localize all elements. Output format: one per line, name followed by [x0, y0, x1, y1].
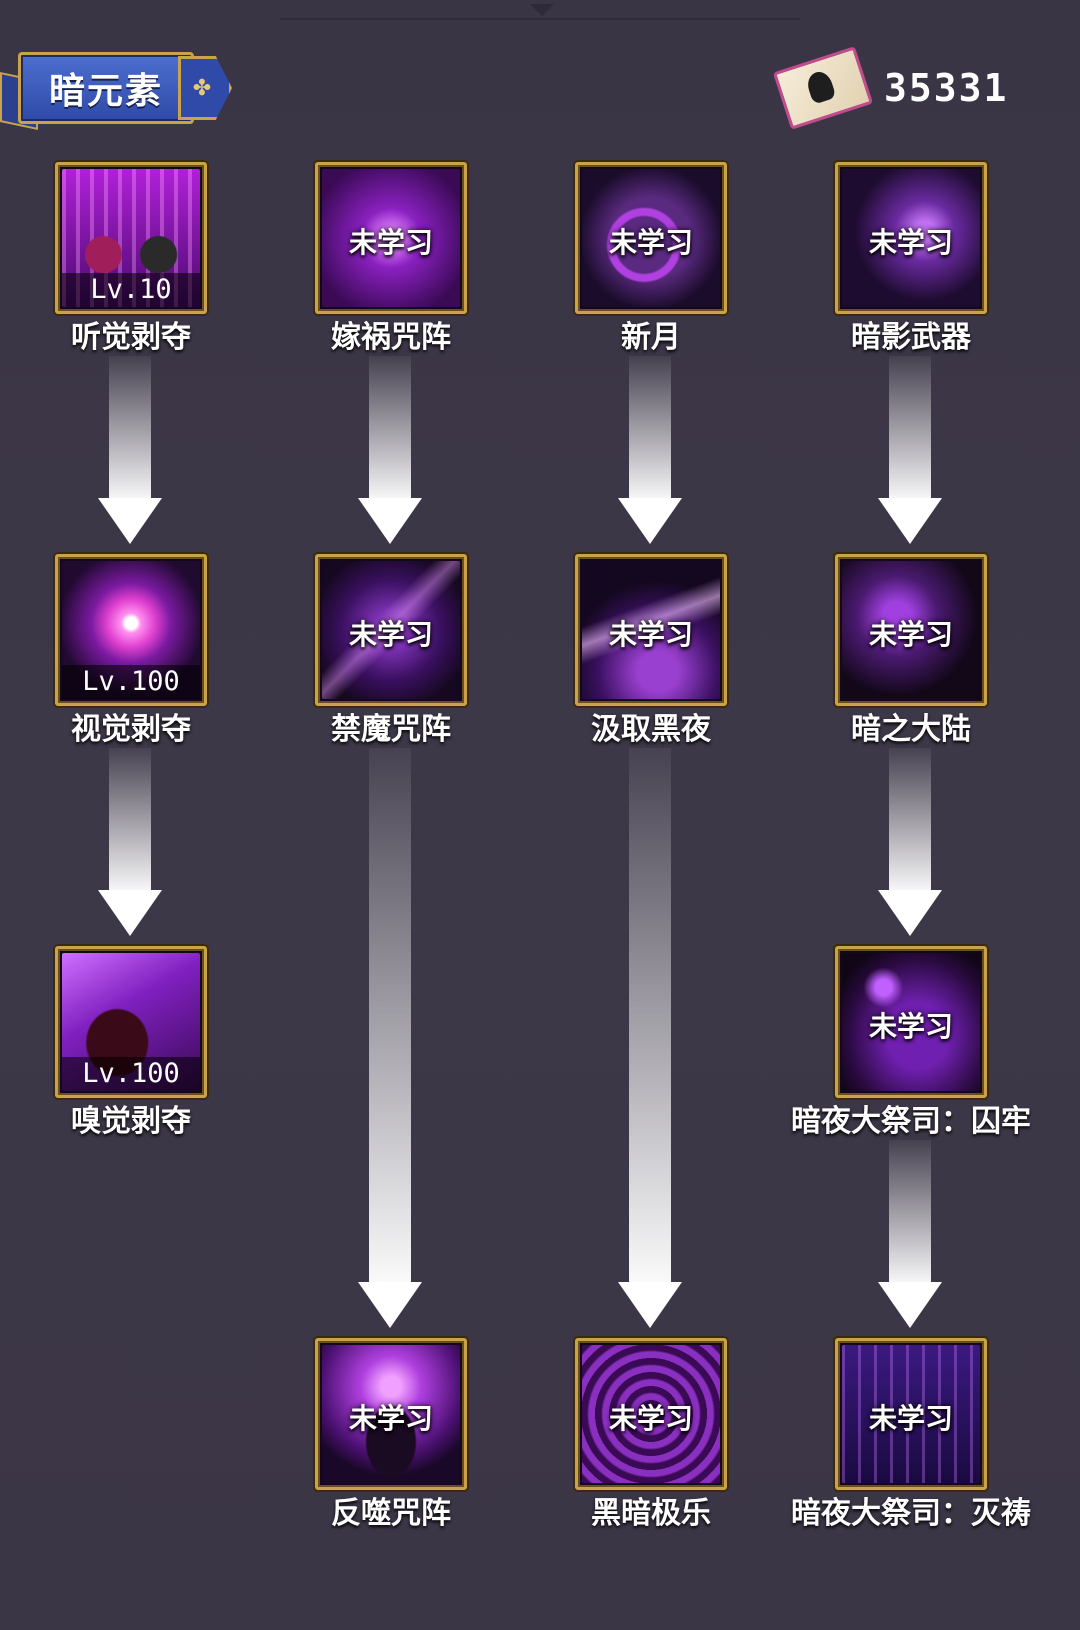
- currency-display: 35331: [772, 46, 1009, 130]
- skill-name: 暗夜大祭司：灭祷: [791, 1496, 1031, 1531]
- skill-frame[interactable]: 未学习: [575, 1338, 727, 1490]
- skill-name: 新月: [621, 320, 681, 355]
- skill-frame[interactable]: 未学习: [315, 554, 467, 706]
- skill-card[interactable]: 未学习 暗夜大祭司：囚牢: [791, 946, 1031, 1139]
- arrow-down: [358, 356, 422, 544]
- skill-name: 暗之大陆: [851, 712, 971, 747]
- locked-label: 未学习: [608, 618, 693, 651]
- arrow-down: [878, 1140, 942, 1328]
- skill-name: 反噬咒阵: [331, 1496, 451, 1531]
- skill-card[interactable]: 未学习 暗夜大祭司：灭祷: [791, 1338, 1031, 1531]
- skill-name: 听觉剥夺: [71, 320, 191, 355]
- locked-label: 未学习: [608, 1402, 693, 1435]
- skill-frame[interactable]: 未学习: [315, 1338, 467, 1490]
- skill-frame[interactable]: 未学习: [835, 162, 987, 314]
- skill-card[interactable]: 未学习 汲取黑夜: [575, 554, 727, 747]
- arrow-down: [878, 748, 942, 936]
- skill-frame[interactable]: 未学习: [835, 1338, 987, 1490]
- skill-name: 暗影武器: [851, 320, 971, 355]
- knot-ornament-icon: ✤: [178, 56, 232, 120]
- locked-label: 未学习: [868, 1010, 953, 1043]
- locked-label: 未学习: [608, 226, 693, 259]
- skill-card[interactable]: 未学习 暗之大陆: [835, 554, 987, 747]
- locked-label: 未学习: [348, 1402, 433, 1435]
- locked-label: 未学习: [348, 226, 433, 259]
- skill-card[interactable]: 未学习 反噬咒阵: [315, 1338, 467, 1531]
- skill-name: 嫁祸咒阵: [331, 320, 451, 355]
- skill-frame[interactable]: 未学习: [835, 946, 987, 1098]
- skill-frame[interactable]: 未学习: [835, 554, 987, 706]
- skill-frame[interactable]: 未学习: [575, 554, 727, 706]
- locked-label: 未学习: [868, 226, 953, 259]
- skill-card[interactable]: 未学习 禁魔咒阵: [315, 554, 467, 747]
- skill-frame[interactable]: Lv.10: [55, 162, 207, 314]
- skill-name: 禁魔咒阵: [331, 712, 451, 747]
- page-title: 暗元素: [48, 71, 163, 112]
- arrow-down: [618, 748, 682, 1328]
- skill-name: 暗夜大祭司：囚牢: [791, 1104, 1031, 1139]
- skill-level: Lv.100: [62, 665, 200, 699]
- skill-name: 汲取黑夜: [591, 712, 711, 747]
- arrow-down: [98, 356, 162, 544]
- skill-frame[interactable]: 未学习: [315, 162, 467, 314]
- arrow-down: [618, 356, 682, 544]
- skill-card[interactable]: 未学习 嫁祸咒阵: [315, 162, 467, 355]
- skill-card[interactable]: Lv.100 嗅觉剥夺: [55, 946, 207, 1139]
- locked-label: 未学习: [868, 618, 953, 651]
- arrow-down: [878, 356, 942, 544]
- skill-level: Lv.10: [62, 273, 200, 307]
- skill-name: 嗅觉剥夺: [71, 1104, 191, 1139]
- top-divider: [280, 0, 800, 20]
- locked-label: 未学习: [868, 1402, 953, 1435]
- currency-value: 35331: [884, 66, 1009, 110]
- banner-plate: 暗元素: [18, 52, 194, 124]
- skill-frame[interactable]: 未学习: [575, 162, 727, 314]
- skill-frame[interactable]: Lv.100: [55, 946, 207, 1098]
- spell-scroll-icon: [772, 46, 874, 130]
- skill-frame[interactable]: Lv.100: [55, 554, 207, 706]
- skill-level: Lv.100: [62, 1057, 200, 1091]
- arrow-down: [98, 748, 162, 936]
- skill-name: 视觉剥夺: [71, 712, 191, 747]
- skill-name: 黑暗极乐: [591, 1496, 711, 1531]
- skill-card[interactable]: 未学习 新月: [575, 162, 727, 355]
- skill-card[interactable]: Lv.100 视觉剥夺: [55, 554, 207, 747]
- arrow-down: [358, 748, 422, 1328]
- locked-label: 未学习: [348, 618, 433, 651]
- element-banner: 暗元素 ✤: [0, 46, 240, 134]
- skill-card[interactable]: Lv.10 听觉剥夺: [55, 162, 207, 355]
- skill-card[interactable]: 未学习 暗影武器: [835, 162, 987, 355]
- skill-card[interactable]: 未学习 黑暗极乐: [575, 1338, 727, 1531]
